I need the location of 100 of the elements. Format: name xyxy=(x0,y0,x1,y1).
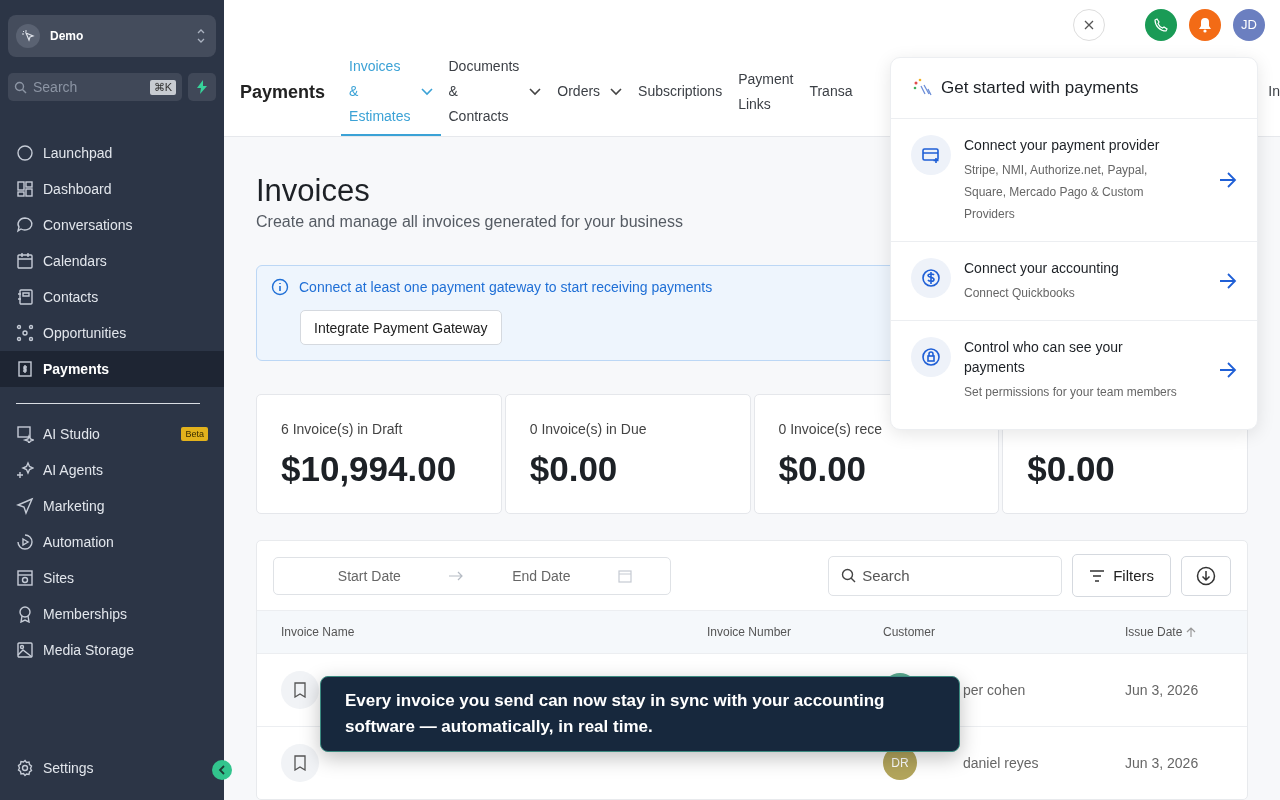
card-icon xyxy=(911,135,951,175)
sidebar-item[interactable]: Marketing xyxy=(0,488,224,524)
download-icon xyxy=(1196,565,1216,586)
sparkle-icon xyxy=(16,461,34,479)
shortcut-hint: ⌘K xyxy=(149,79,176,95)
nav-tab[interactable]: Subscriptions xyxy=(630,49,731,136)
customer-name: daniel reyes xyxy=(963,755,1039,771)
sidebar-item[interactable]: Contacts xyxy=(0,279,224,315)
date-range-field[interactable]: Start Date End Date xyxy=(273,556,671,595)
panel-title: Get started with payments xyxy=(941,78,1139,98)
sidebar-item[interactable]: Memberships xyxy=(0,596,224,632)
integrate-gateway-button[interactable]: Integrate Payment Gateway xyxy=(300,310,502,345)
lock-circle-icon xyxy=(911,337,951,377)
browser-icon xyxy=(16,569,34,587)
search-field[interactable]: Search ⌘K xyxy=(8,73,182,101)
download-button[interactable] xyxy=(1181,555,1231,596)
column-header[interactable]: Invoice Number xyxy=(707,625,883,639)
user-avatar[interactable]: JD xyxy=(1233,8,1265,41)
cursor-click-icon xyxy=(16,24,40,48)
sidebar-item[interactable]: Dashboard xyxy=(0,171,224,207)
sparkle-board-icon xyxy=(16,425,34,443)
arrow-right-icon xyxy=(1219,172,1237,188)
sidebar-item[interactable]: Settings xyxy=(0,750,106,786)
setup-step[interactable]: Control who can see your payments Set permissions for your team members xyxy=(891,321,1257,429)
filters-button[interactable]: Filters xyxy=(1072,554,1171,597)
sidebar-item[interactable]: Launchpad xyxy=(0,135,224,171)
setup-step[interactable]: Connect your payment provider Stripe, NMI, Authorize.net, Paypal, Square, Mercado Pago & Custom Providers xyxy=(891,119,1257,242)
calendar-icon xyxy=(618,568,633,583)
sidebar-item[interactable]: Media Storage xyxy=(0,632,224,668)
sidebar-item[interactable]: AI Studio Beta xyxy=(0,416,224,452)
stat-label: 0 Invoice(s) in Due xyxy=(529,421,648,437)
page-section-title: Payments xyxy=(240,82,326,104)
step-description: Connect Quickbooks xyxy=(964,285,1076,302)
arrow-right-icon xyxy=(448,570,465,581)
arrow-right-icon xyxy=(1219,362,1237,378)
step-description: Stripe, NMI, Authorize.net, Paypal, Square, Mercado Pago & Custom Providers xyxy=(964,162,1149,223)
sidebar-item[interactable]: Payments xyxy=(0,351,224,387)
setup-step[interactable]: Connect your accounting Connect Quickbooks xyxy=(891,242,1257,321)
chat-bubble-icon xyxy=(16,216,34,234)
filter-lines-icon xyxy=(1089,569,1106,582)
dashboard-grid-icon xyxy=(16,180,34,198)
play-circle-icon xyxy=(16,533,34,551)
step-description: Set permissions for your team members xyxy=(964,384,1178,401)
issue-date: Jun 3, 2026 xyxy=(1125,755,1200,771)
sidebar-item[interactable]: Automation xyxy=(0,524,224,560)
search-icon xyxy=(841,568,857,583)
phone-button[interactable] xyxy=(1145,8,1177,41)
sidebar-item[interactable]: AI Agents xyxy=(0,452,224,488)
arrow-right-icon xyxy=(1219,273,1237,289)
stat-amount: $0.00 xyxy=(529,449,619,489)
quick-action-button[interactable] xyxy=(188,73,216,101)
phone-icon xyxy=(1154,17,1168,32)
dollar-circle-icon xyxy=(911,258,951,298)
notifications-button[interactable] xyxy=(1189,8,1221,41)
dollar-document-icon xyxy=(16,360,34,378)
sidebar-item[interactable]: Sites xyxy=(0,560,224,596)
account-name: Demo xyxy=(50,29,85,43)
info-icon xyxy=(271,278,289,296)
sidebar-item[interactable]: Conversations xyxy=(0,207,224,243)
nav-tab[interactable]: In xyxy=(1260,49,1280,136)
beta-badge: Beta xyxy=(181,427,208,441)
lightning-icon xyxy=(197,80,207,94)
nav-tab[interactable]: Orders xyxy=(549,49,631,136)
nav-tab[interactable]: Payment Links xyxy=(730,49,802,136)
contact-book-icon xyxy=(16,288,34,306)
nodes-icon xyxy=(16,324,34,342)
search-field[interactable]: Search xyxy=(828,555,1063,596)
stat-label: 6 Invoice(s) in Draft xyxy=(281,421,404,437)
image-icon xyxy=(16,641,34,659)
settings-icon xyxy=(16,759,34,777)
sidebar-item[interactable]: Calendars xyxy=(0,243,224,279)
paper-plane-icon xyxy=(16,497,34,515)
nav-tab[interactable]: Transa xyxy=(801,49,861,136)
page-subtitle: Create and manage all invoices generated for your business xyxy=(256,213,683,231)
column-header[interactable]: Issue Date xyxy=(1125,625,1223,639)
stat-amount: $0.00 xyxy=(1027,449,1116,489)
chevron-left-icon xyxy=(218,765,226,775)
chevron-up-down-icon xyxy=(196,27,206,45)
sync-toast: Every invoice you send can now stay in sync with your accounting software — automatically, in real time. xyxy=(320,676,960,752)
calendar-icon xyxy=(16,252,34,270)
search-input[interactable]: Search xyxy=(33,79,123,95)
alert-message: Connect at least one payment gateway to start receiving payments xyxy=(299,279,713,295)
sort-up-icon xyxy=(1186,626,1197,638)
column-header[interactable]: Invoice Name xyxy=(281,625,707,639)
step-title: Control who can see your payments xyxy=(964,338,1124,377)
search-icon xyxy=(14,80,27,94)
ribbon-icon xyxy=(16,605,34,623)
customer-name: per cohen xyxy=(963,682,1026,698)
close-icon xyxy=(1084,19,1094,30)
issue-date: Jun 3, 2026 xyxy=(1125,682,1200,698)
stat-label: 0 Invoice(s) rece xyxy=(778,421,883,437)
bell-icon xyxy=(1198,16,1212,33)
nav-tab[interactable]: Documents & Contracts xyxy=(440,49,550,136)
account-switcher[interactable]: Demo xyxy=(8,15,216,57)
collapse-sidebar-button[interactable] xyxy=(212,760,232,780)
stat-amount: $0.00 xyxy=(778,449,868,489)
page-title: Invoices xyxy=(256,173,370,209)
column-header[interactable]: Customer xyxy=(883,625,1125,639)
step-title: Connect your payment provider xyxy=(964,136,1161,155)
sidebar-item[interactable]: Opportunities xyxy=(0,315,224,351)
